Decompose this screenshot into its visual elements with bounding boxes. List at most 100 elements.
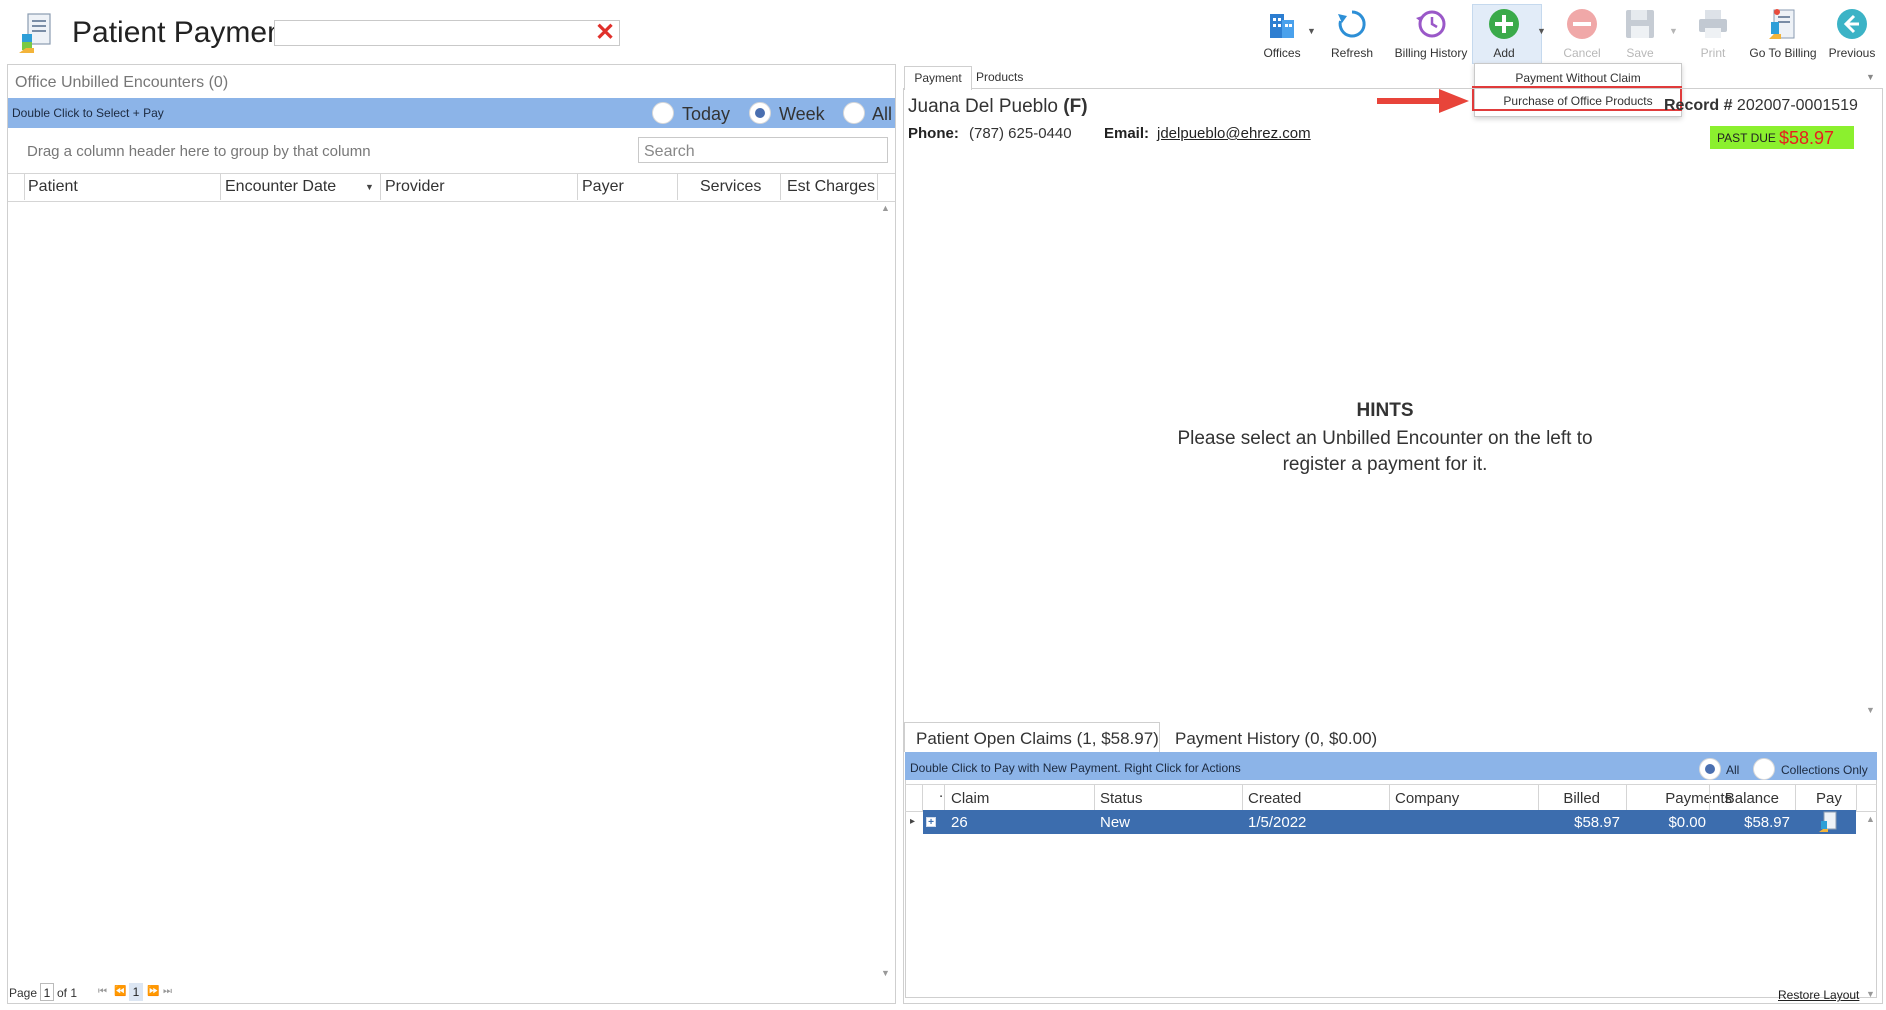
offices-dropdown-arrow[interactable]: ▼ <box>1307 26 1316 36</box>
pager-page-label: Page <box>9 986 38 1000</box>
claims-filter-all-label: All <box>1726 763 1740 777</box>
email-label: Email: <box>1104 125 1150 142</box>
pay-icon[interactable] <box>1818 811 1840 833</box>
instruction-text: Double Click to Select + Pay <box>12 106 164 120</box>
tab-products[interactable]: Products <box>976 70 1023 84</box>
header-search-input[interactable]: ✕ <box>274 20 620 46</box>
filter-today-radio[interactable] <box>652 102 674 124</box>
column-dot: . <box>939 784 944 801</box>
column-separator <box>1242 784 1243 811</box>
tab-payment[interactable]: Payment <box>904 66 972 90</box>
patient-name-text: Juana Del Pueblo <box>908 96 1058 117</box>
column-separator <box>1094 784 1095 811</box>
offices-building-icon <box>1264 6 1300 42</box>
column-est-charges[interactable]: Est Charges <box>787 178 875 196</box>
phone-value: (787) 625-0440 <box>969 125 1072 142</box>
column-separator <box>1626 784 1627 811</box>
column-services[interactable]: Services <box>700 178 761 196</box>
column-payer[interactable]: Payer <box>582 178 624 196</box>
tabs-dropdown-icon[interactable]: ▼ <box>1866 72 1875 82</box>
group-by-hint: Drag a column header here to group by th… <box>27 143 371 160</box>
phone-label: Phone: <box>908 125 959 142</box>
column-encounter-date[interactable]: Encounter Date <box>225 178 336 196</box>
first-page-icon[interactable]: ⏮ <box>98 986 107 997</box>
scroll-up-icon[interactable]: ▲ <box>1866 814 1875 824</box>
search-placeholder: Search <box>644 143 695 160</box>
column-status[interactable]: Status <box>1100 790 1143 807</box>
filter-today-label: Today <box>682 104 731 124</box>
expand-row-icon[interactable]: + <box>926 817 936 828</box>
print-icon <box>1695 6 1731 42</box>
claim-billed: $58.97 <box>1574 814 1620 831</box>
scroll-down-icon[interactable]: ▼ <box>881 968 890 978</box>
billing-history-button[interactable]: Billing History <box>1388 4 1474 62</box>
pager-current-page[interactable]: 1 <box>129 983 143 1001</box>
save-floppy-icon <box>1622 6 1658 42</box>
claims-filter-all-radio[interactable] <box>1699 758 1721 780</box>
claim-number: 26 <box>951 814 968 831</box>
column-separator <box>780 173 781 200</box>
column-separator <box>877 173 878 200</box>
encounters-scrollbar[interactable]: ▲ ▼ <box>877 200 894 982</box>
prev-page-icon[interactable]: ⏪ <box>114 986 126 997</box>
email-link[interactable]: jdelpueblo@ehrez.com <box>1157 125 1311 142</box>
column-billed[interactable]: Billed <box>1544 790 1600 807</box>
scroll-down-icon[interactable]: ▼ <box>1866 989 1875 999</box>
claims-filter-collections-label: Collections Only <box>1781 763 1868 777</box>
column-separator <box>380 173 381 200</box>
previous-button[interactable]: Previous <box>1824 4 1880 62</box>
row-indicator-icon: ▸ <box>910 816 916 827</box>
column-balance[interactable]: Balance <box>1714 790 1779 807</box>
add-dropdown-arrow[interactable]: ▼ <box>1537 26 1546 36</box>
past-due-label: PAST DUE <box>1717 131 1776 145</box>
next-page-icon[interactable]: ⏩ <box>147 986 159 997</box>
restore-layout-link[interactable]: Restore Layout <box>1778 988 1859 1002</box>
pager-page-input[interactable]: 1 <box>40 983 54 1001</box>
column-separator <box>220 173 221 200</box>
print-button[interactable]: Print <box>1688 4 1738 62</box>
column-claim[interactable]: Claim <box>951 790 989 807</box>
column-separator <box>944 784 945 811</box>
filter-all-radio[interactable] <box>843 102 865 124</box>
record-number: Record # 202007-0001519 <box>1664 97 1858 115</box>
column-pay[interactable]: Pay <box>1816 790 1842 807</box>
add-button[interactable]: Add <box>1476 4 1532 62</box>
column-separator <box>1389 784 1390 811</box>
sort-desc-icon: ▼ <box>365 182 374 192</box>
claims-filter-collections-radio[interactable] <box>1753 758 1775 780</box>
clear-x-icon[interactable]: ✕ <box>595 21 615 45</box>
column-company[interactable]: Company <box>1395 790 1459 807</box>
tab-open-claims-label[interactable]: Patient Open Claims (1, $58.97) <box>916 729 1159 749</box>
column-separator <box>677 173 678 200</box>
cancel-minus-icon <box>1564 6 1600 42</box>
panel-title: Office Unbilled Encounters (0) <box>15 74 229 91</box>
column-created[interactable]: Created <box>1248 790 1301 807</box>
billing-history-clock-icon <box>1413 6 1449 42</box>
column-provider[interactable]: Provider <box>385 178 445 196</box>
save-dropdown-arrow[interactable]: ▼ <box>1669 26 1678 36</box>
save-button[interactable]: Save <box>1612 4 1668 62</box>
column-separator <box>577 173 578 200</box>
add-plus-icon <box>1486 6 1522 42</box>
claim-balance: $58.97 <box>1744 814 1790 831</box>
go-to-billing-button[interactable]: Go To Billing <box>1740 4 1826 62</box>
encounters-column-header <box>8 173 895 202</box>
record-value: 202007-0001519 <box>1736 97 1858 114</box>
column-separator <box>922 784 923 811</box>
column-separator <box>1709 784 1710 811</box>
scroll-up-icon[interactable]: ▲ <box>881 203 890 213</box>
tab-payment-history[interactable]: Payment History (0, $0.00) <box>1175 729 1377 749</box>
column-separator <box>1856 784 1857 811</box>
patient-name: Juana Del Pueblo (F) <box>908 96 1088 118</box>
app-document-icon <box>18 12 58 56</box>
hints-text: Please select an Unbilled Encounter on t… <box>1177 428 1593 475</box>
last-page-icon[interactable]: ⏭ <box>163 986 172 997</box>
scroll-down-icon[interactable]: ▼ <box>1866 705 1875 715</box>
go-to-billing-icon <box>1765 6 1801 42</box>
refresh-button[interactable]: Refresh <box>1324 4 1380 62</box>
filter-week-radio[interactable] <box>749 102 771 124</box>
offices-button[interactable]: Offices <box>1254 4 1310 62</box>
filter-all-label: All <box>872 104 893 124</box>
column-patient[interactable]: Patient <box>28 178 78 196</box>
cancel-button[interactable]: Cancel <box>1554 4 1610 62</box>
